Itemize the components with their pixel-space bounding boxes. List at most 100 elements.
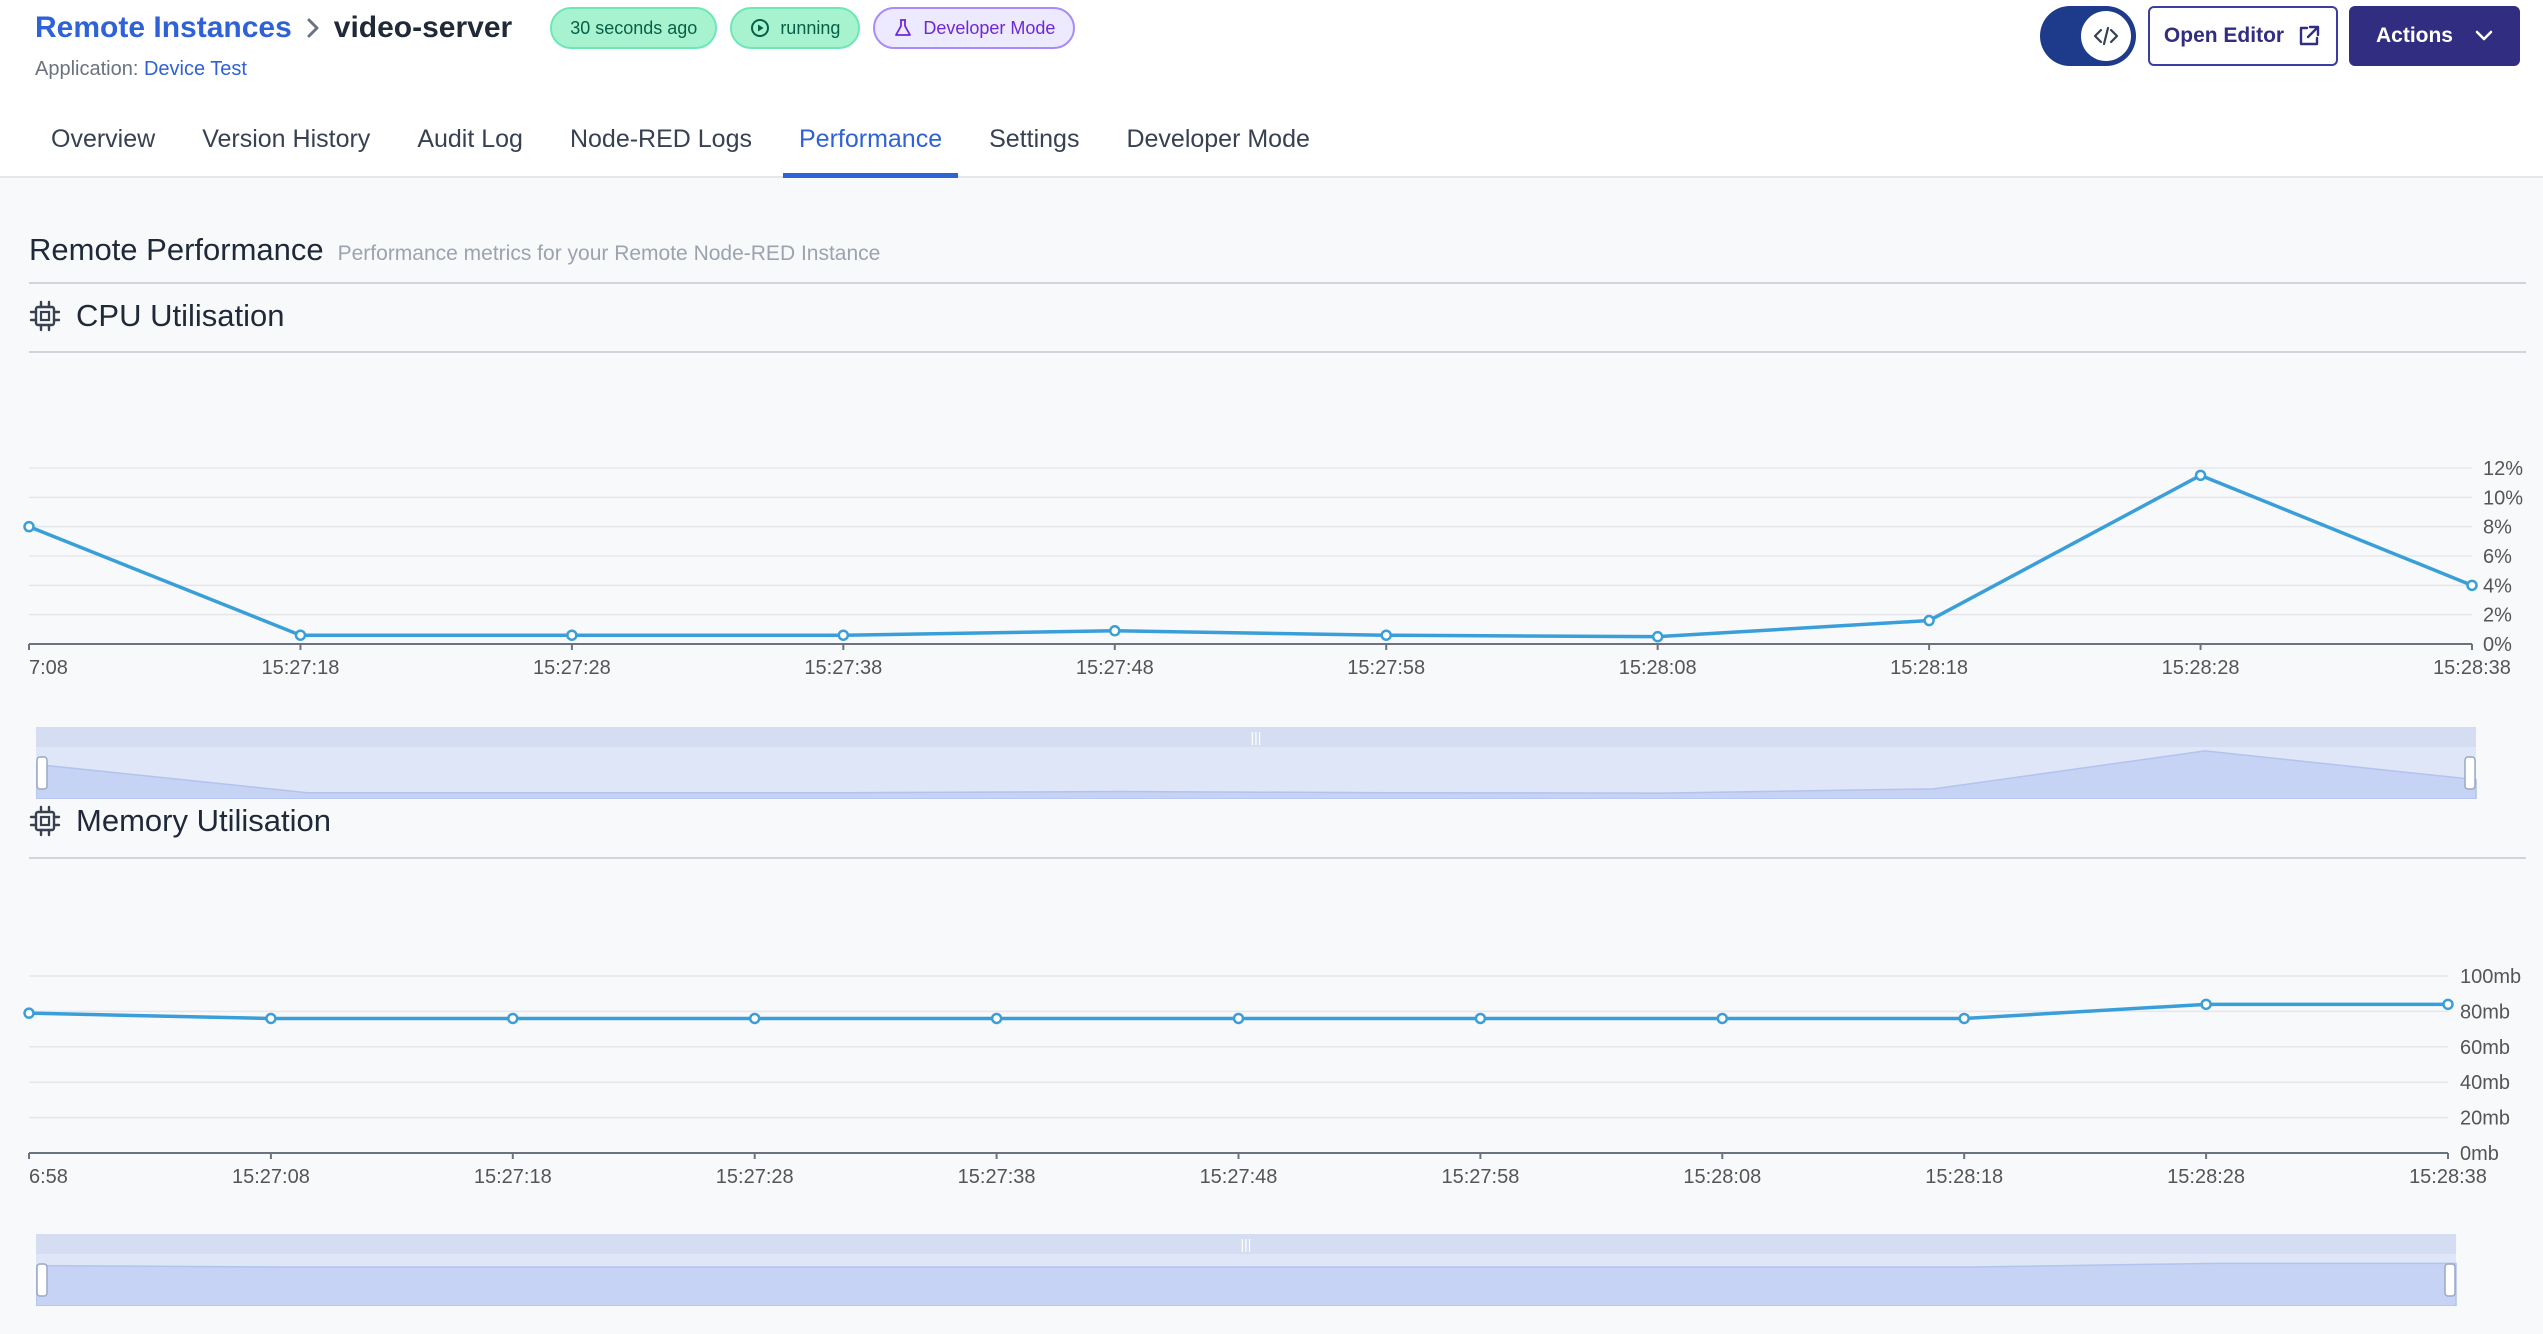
tab-performance[interactable]: Performance: [782, 118, 959, 178]
data-point: [507, 1012, 519, 1025]
x-tick-label: 15:27:18: [474, 1166, 552, 1188]
data-point: [1380, 629, 1392, 641]
developer-mode-badge: Developer Mode: [873, 7, 1076, 49]
y-tick-label: 0%: [2483, 634, 2512, 656]
tab-version-history[interactable]: Version History: [186, 118, 386, 178]
x-tick-label: 15:27:28: [716, 1166, 794, 1188]
data-point: [1651, 630, 1664, 643]
external-link-icon: [2299, 25, 2320, 46]
x-tick-label: 15:27:18: [262, 657, 340, 679]
actions-dropdown-button[interactable]: Actions: [2349, 6, 2520, 66]
data-point: [1474, 1012, 1487, 1025]
x-tick-label: 15:27:28: [533, 657, 611, 679]
tab-node-red-logs[interactable]: Node-RED Logs: [554, 118, 768, 178]
open-editor-label: Open Editor: [2163, 24, 2285, 47]
drag-handle-icon: |||: [1251, 729, 1262, 745]
zoom-handle-left: [36, 756, 48, 790]
beaker-icon: [895, 19, 912, 36]
x-tick-label: 15:27:38: [958, 1166, 1036, 1188]
data-point: [2442, 998, 2454, 1011]
memory-chart-heading: Memory Utilisation: [29, 803, 331, 839]
data-point: [294, 629, 307, 641]
instance-header: Remote Instances video-server 30 seconds…: [0, 0, 2543, 178]
cpu-chart-heading: CPU Utilisation: [29, 298, 284, 334]
data-point: [265, 1012, 277, 1025]
y-tick-label: 6%: [2483, 546, 2512, 568]
x-tick-label: 15:27:58: [1441, 1166, 1519, 1188]
data-point: [1109, 625, 1121, 637]
data-point: [1232, 1012, 1245, 1025]
data-point: [837, 629, 850, 641]
x-tick-label: 15:27:58: [1347, 657, 1425, 679]
y-tick-label: 80mb: [2460, 1001, 2510, 1023]
tab-developer-mode[interactable]: Developer Mode: [1110, 118, 1325, 178]
code-icon: [2081, 11, 2131, 61]
chevron-down-icon: [2475, 30, 2493, 41]
play-circle-icon: [751, 19, 770, 37]
chevron-right-icon: [302, 12, 324, 44]
x-tick-label: 15:28:18: [1890, 657, 1968, 679]
data-point: [2200, 998, 2212, 1011]
divider: [29, 282, 2526, 284]
x-tick-label: 15:27:38: [804, 657, 882, 679]
memory-utilisation-chart: 0mb 20mb 40mb 60mb 80mb 100mb 6:58 15:27:08 15:2…: [23, 966, 2521, 1188]
y-tick-label: 4%: [2483, 575, 2512, 597]
x-tick-label: 15:27:08: [232, 1166, 310, 1188]
y-tick-label: 100mb: [2460, 966, 2521, 988]
x-tick-label: 15:28:28: [2167, 1166, 2245, 1188]
y-tick-label: 40mb: [2460, 1072, 2510, 1094]
actions-label: Actions: [2375, 24, 2453, 47]
x-tick-label: 15:28:38: [2409, 1166, 2487, 1188]
tab-audit-log[interactable]: Audit Log: [401, 118, 539, 178]
data-point: [23, 1007, 35, 1019]
breadcrumb: Remote Instances video-server 30 seconds…: [35, 7, 1076, 49]
tab-overview[interactable]: Overview: [35, 118, 171, 178]
application-link[interactable]: Device Test: [144, 58, 247, 80]
data-point: [2194, 469, 2207, 482]
x-tick-label: 15:27:48: [1076, 657, 1154, 679]
status-badge: running: [730, 7, 861, 49]
developer-mode-text: Developer Mode: [923, 17, 1056, 38]
y-tick-label: 2%: [2483, 605, 2512, 627]
data-point: [1923, 614, 1935, 627]
x-tick-label: 15:28:28: [2162, 657, 2240, 679]
y-tick-label: 20mb: [2460, 1108, 2510, 1130]
y-tick-label: 0mb: [2460, 1143, 2499, 1165]
y-tick-label: 10%: [2483, 487, 2523, 509]
data-point: [990, 1012, 1003, 1025]
chip-icon: [29, 300, 61, 332]
breadcrumb-remote-instances-link[interactable]: Remote Instances: [35, 11, 292, 45]
x-tick-label: 15:28:18: [1925, 1166, 2003, 1188]
zoom-handle-right: [2444, 1263, 2456, 1297]
last-seen-badge: 30 seconds ago: [550, 7, 718, 49]
x-tick-label: 15:28:38: [2433, 657, 2511, 679]
tab-settings[interactable]: Settings: [973, 118, 1095, 178]
y-tick-label: 12%: [2483, 458, 2523, 480]
data-point: [1716, 1012, 1729, 1025]
x-tick-label: 7:08: [29, 657, 68, 679]
divider: [29, 857, 2526, 859]
developer-mode-toggle[interactable]: [2040, 6, 2136, 66]
memory-chart-title: Memory Utilisation: [76, 803, 331, 838]
zoom-handle-left: [36, 1263, 48, 1297]
application-line: Application: Device Test: [35, 58, 247, 81]
memory-zoom-slider[interactable]: |||: [36, 1234, 2476, 1306]
page-title: Remote Performance Performance metrics f…: [29, 232, 880, 268]
drag-handle-icon: |||: [1241, 1236, 1252, 1252]
open-editor-button[interactable]: Open Editor: [2148, 6, 2338, 66]
x-tick-label: 15:27:48: [1200, 1166, 1278, 1188]
divider: [29, 351, 2526, 353]
page-title-text: Remote Performance: [29, 232, 324, 267]
cpu-zoom-slider[interactable]: |||: [36, 727, 2496, 799]
status-text: running: [780, 17, 841, 38]
x-tick-label: 6:58: [29, 1166, 68, 1188]
zoom-preview-area: [36, 1262, 2457, 1306]
data-point: [566, 629, 578, 641]
x-tick-label: 15:28:08: [1683, 1166, 1761, 1188]
instance-tabs: Overview Version History Audit Log Node-…: [35, 118, 1341, 178]
data-point: [2466, 579, 2478, 592]
last-seen-text: 30 seconds ago: [570, 17, 698, 38]
x-tick-label: 15:28:08: [1619, 657, 1697, 679]
application-label: Application:: [35, 58, 139, 80]
chip-icon: [29, 805, 61, 837]
